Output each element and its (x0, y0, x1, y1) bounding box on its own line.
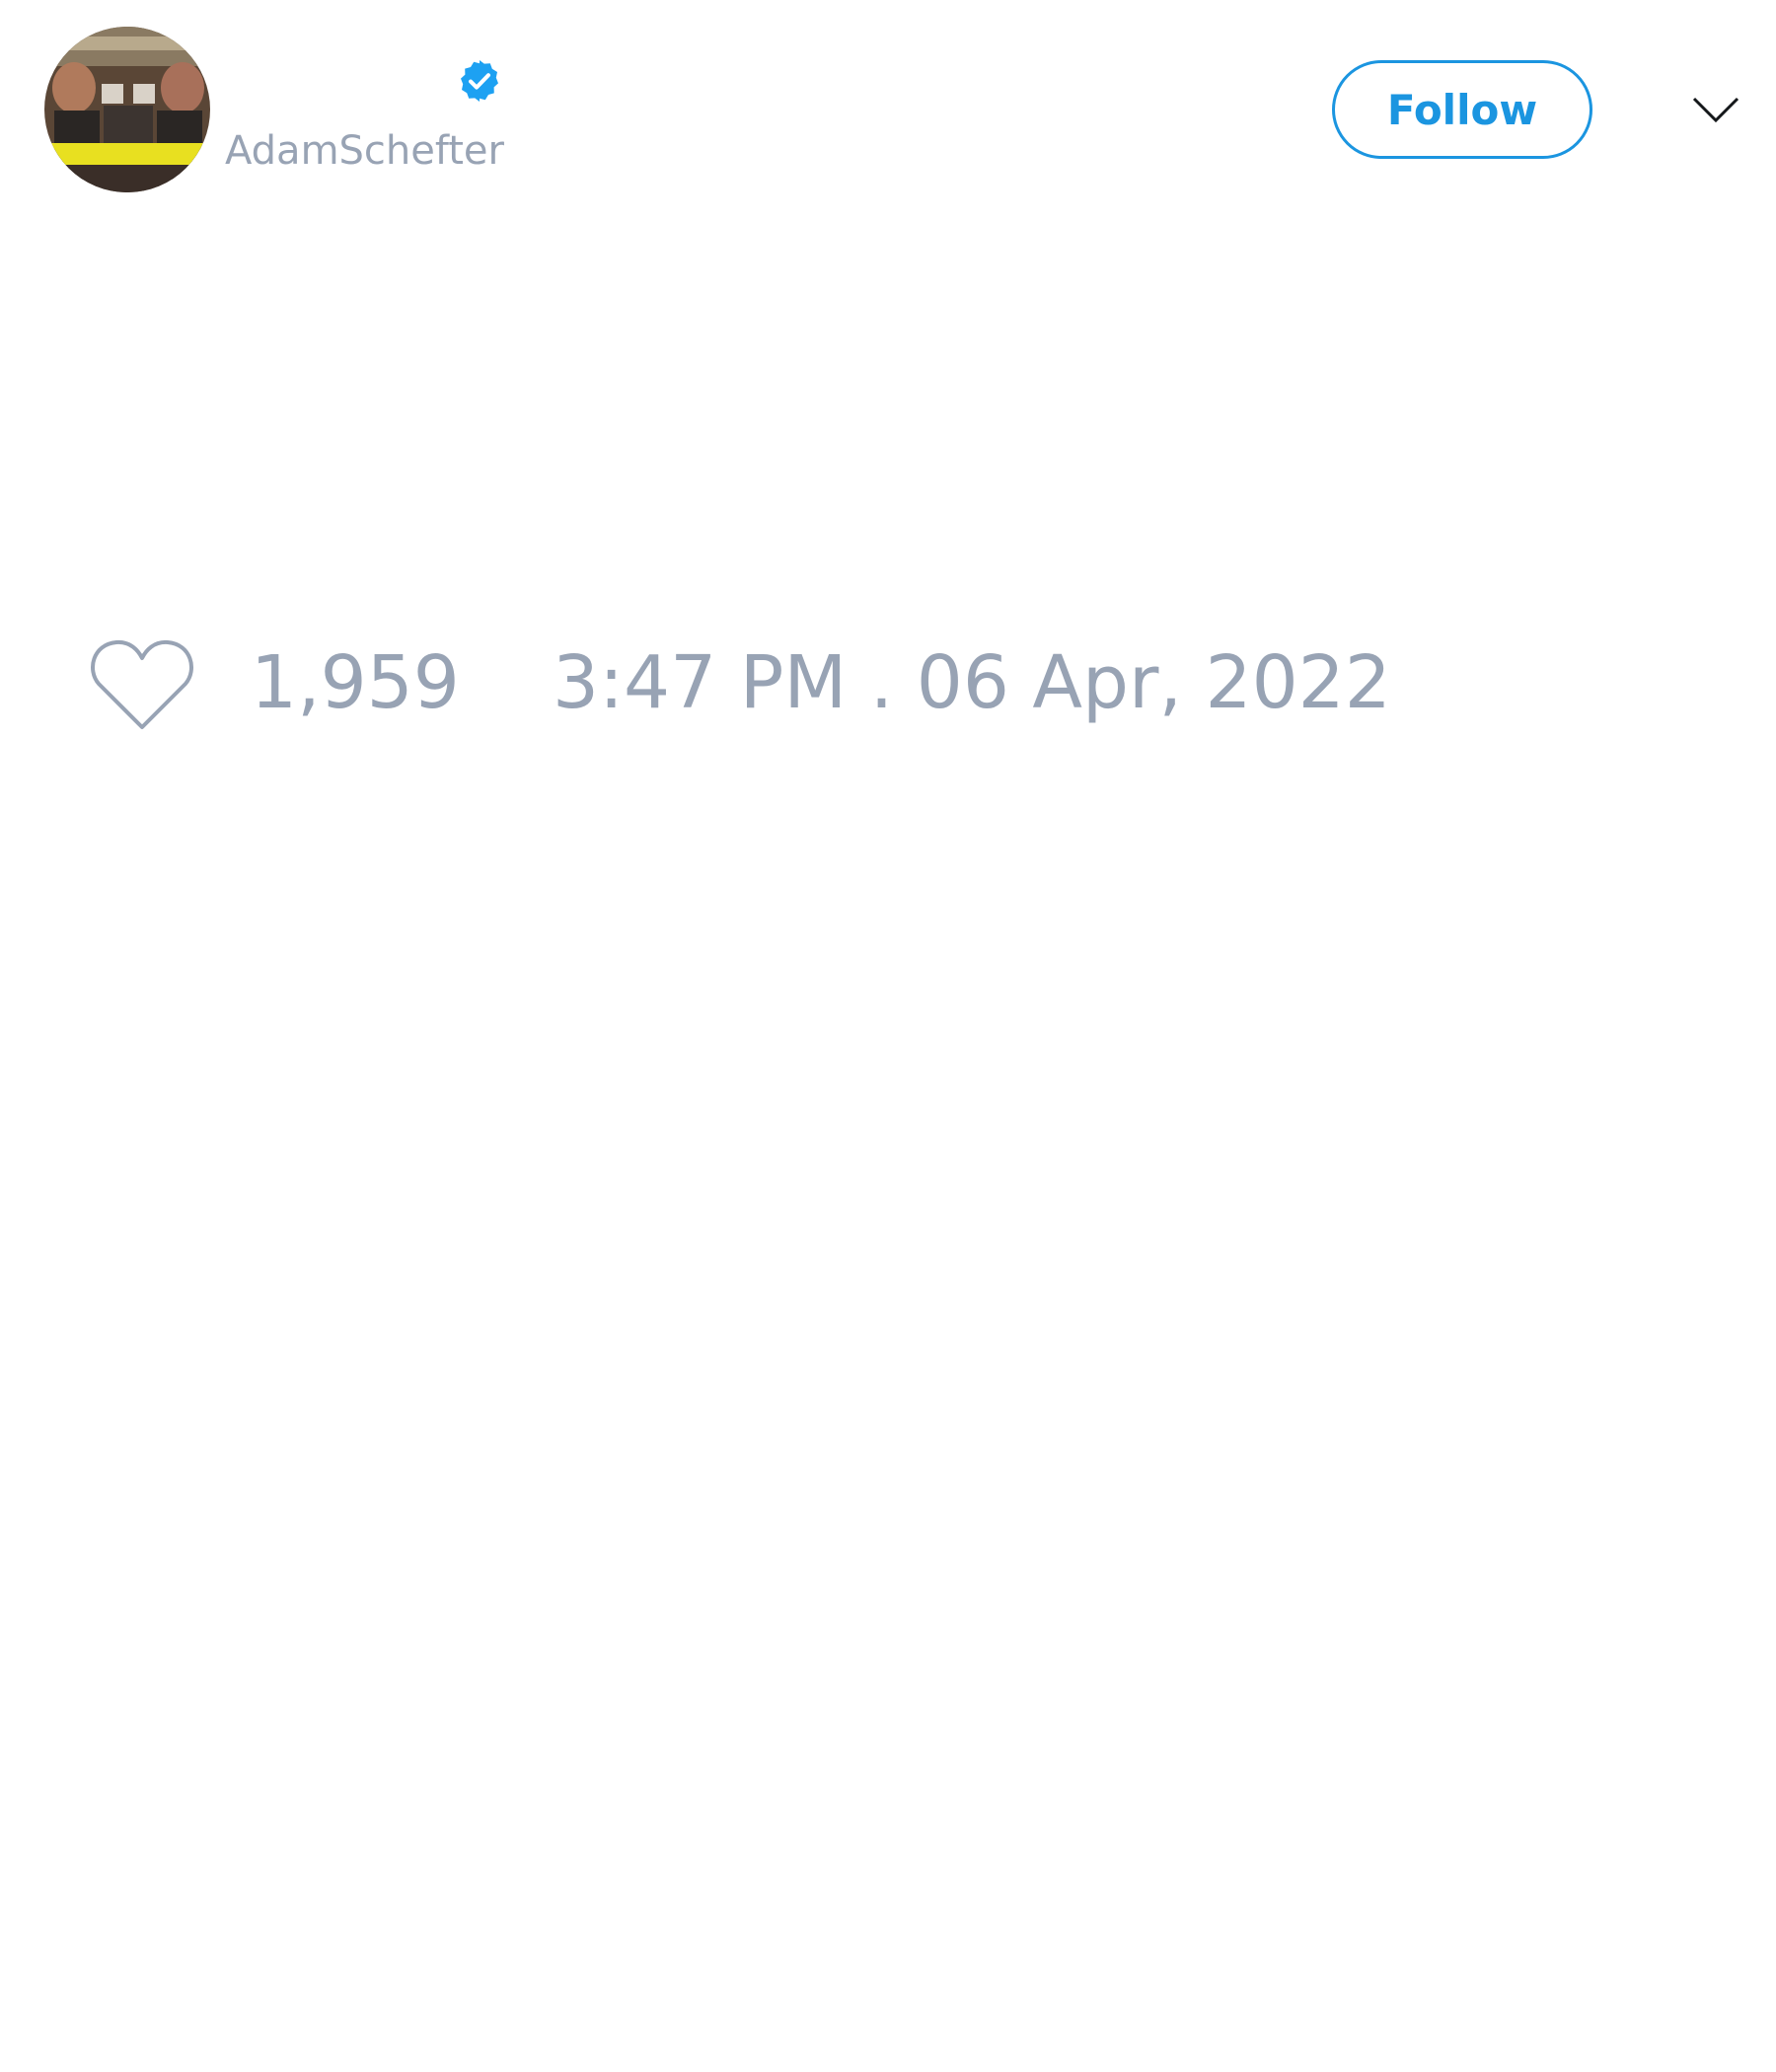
chevron-down-icon[interactable] (1691, 91, 1740, 126)
follow-button[interactable]: Follow (1332, 60, 1592, 159)
heart-icon[interactable] (89, 636, 195, 731)
avatar[interactable] (44, 27, 210, 192)
like-count: 1,959 (251, 640, 460, 725)
tweet-timestamp[interactable]: 3:47 PM . 06 Apr, 2022 (553, 639, 1391, 726)
verified-badge-icon (456, 57, 503, 105)
author-handle[interactable]: AdamSchefter (225, 123, 504, 179)
avatar-image (44, 27, 210, 192)
